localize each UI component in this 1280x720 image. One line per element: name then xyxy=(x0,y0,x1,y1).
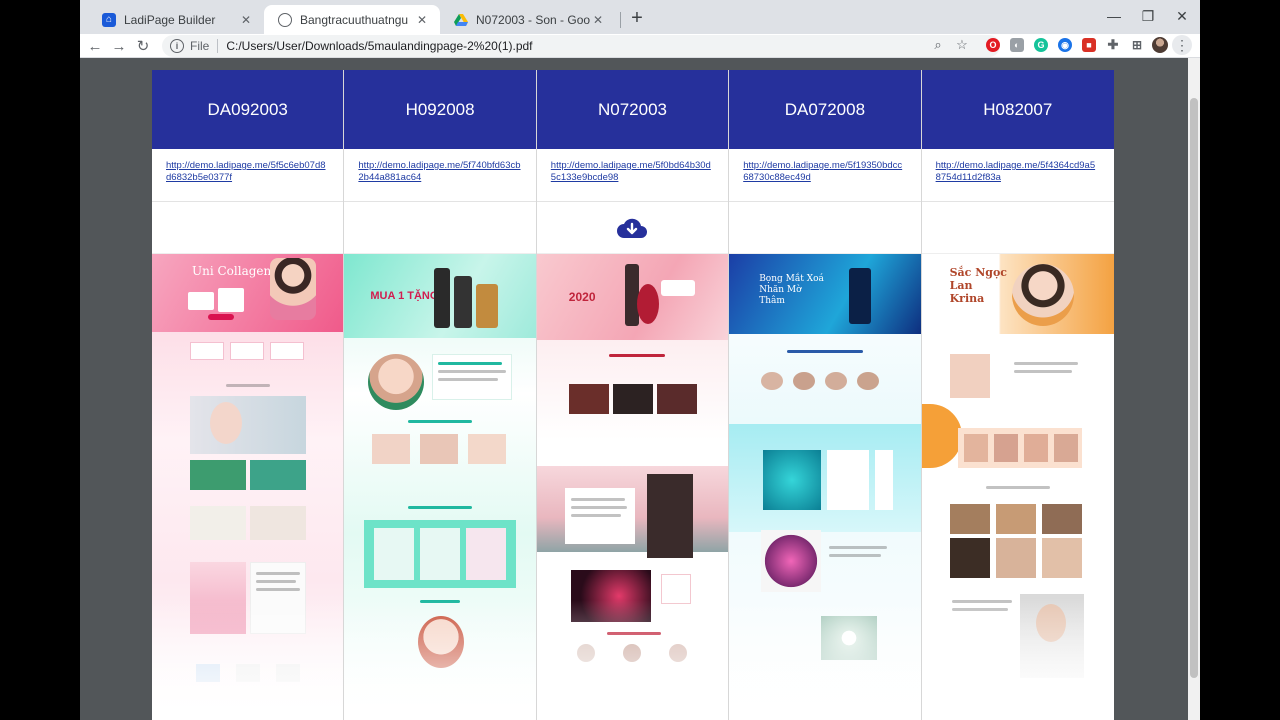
tab-title: Bangtracuuthuatngu xyxy=(300,12,409,27)
address-bar[interactable]: i File C:/Users/User/Downloads/5maulandi… xyxy=(162,35,1000,57)
template-column: H082007 http://demo.ladipage.me/5f4364cd… xyxy=(921,70,1114,720)
globe-icon xyxy=(278,12,292,27)
empty-cell xyxy=(921,202,1114,254)
letterbox-right xyxy=(1200,0,1280,720)
template-column: H092008 http://demo.ladipage.me/5f740bfd… xyxy=(344,70,537,720)
template-link[interactable]: http://demo.ladipage.me/5f19350bdcc68730… xyxy=(729,149,921,202)
template-column: N072003 http://demo.ladipage.me/5f0bd64b… xyxy=(536,70,730,720)
empty-cell xyxy=(729,202,921,254)
new-tab-button[interactable]: + xyxy=(626,8,648,30)
template-link[interactable]: http://demo.ladipage.me/5f4364cd9a58754d… xyxy=(921,149,1114,202)
template-column: DA092003 http://demo.ladipage.me/5f5c6eb… xyxy=(152,70,345,720)
tab-separator xyxy=(620,12,621,28)
reload-icon[interactable]: ↻ xyxy=(132,35,154,57)
close-icon[interactable]: ✕ xyxy=(238,12,254,28)
maximize-button[interactable]: ❐ xyxy=(1132,4,1164,28)
address-scheme: File xyxy=(190,39,210,53)
template-link[interactable]: http://demo.ladipage.me/5f740bfd63cb2b44… xyxy=(344,149,536,202)
close-icon[interactable]: ✕ xyxy=(590,12,606,28)
bookmark-star-icon[interactable]: ☆ xyxy=(952,35,972,55)
template-code: N072003 xyxy=(536,70,729,149)
tab-google-drive[interactable]: N072003 - Son - Google Drive ✕ xyxy=(440,5,616,34)
preview-title: Sắc Ngọc Lan Krina xyxy=(949,266,1007,305)
extensions-puzzle-icon[interactable]: ✚ xyxy=(1106,37,1120,52)
preview-title: Bọng Mắt Xoá Nhăn Mờ Thâm xyxy=(759,274,824,306)
browser-window: ⌂ LadiPage Builder ✕ Bangtracuuthuatngu … xyxy=(80,0,1200,720)
info-icon[interactable]: i xyxy=(170,39,184,53)
grid-extension-icon[interactable]: ⊞ xyxy=(1130,38,1144,52)
template-column: DA072008 http://demo.ladipage.me/5f19350… xyxy=(729,70,922,720)
template-code: H092008 xyxy=(344,70,536,149)
browser-toolbar: ← → ↻ i File C:/Users/User/Downloads/5ma… xyxy=(80,34,1200,58)
close-icon[interactable]: ✕ xyxy=(414,12,430,28)
google-drive-icon xyxy=(454,13,468,27)
template-code: DA092003 xyxy=(152,70,344,149)
tab-title: LadiPage Builder xyxy=(124,12,216,27)
empty-cell xyxy=(344,202,536,254)
grammarly-extension-icon[interactable]: G xyxy=(1034,38,1048,52)
letterbox-left xyxy=(0,0,80,720)
preview-title: 2020 xyxy=(568,290,596,304)
red-extension-icon[interactable]: ■ xyxy=(1082,38,1096,52)
tab-title: N072003 - Son - Google Drive xyxy=(476,12,590,27)
pdf-page: DA092003 http://demo.ladipage.me/5f5c6eb… xyxy=(152,70,1114,720)
ladipage-icon: ⌂ xyxy=(102,12,116,27)
template-preview[interactable]: Sắc Ngọc Lan Krina xyxy=(921,254,1114,720)
template-link[interactable]: http://demo.ladipage.me/5f5c6eb07d8d6832… xyxy=(152,149,344,202)
browser-menu-icon[interactable]: ⋮ xyxy=(1172,35,1192,55)
address-path: C:/Users/User/Downloads/5maulandingpage-… xyxy=(226,39,533,53)
forward-icon[interactable]: → xyxy=(108,35,130,57)
pdf-scrollbar[interactable] xyxy=(1188,58,1200,720)
zoom-icon[interactable]: ⌕ xyxy=(928,35,948,55)
template-preview[interactable]: MUA 1 TẶNG 2 xyxy=(344,254,536,720)
minimize-button[interactable]: — xyxy=(1098,4,1130,28)
tab-strip: ⌂ LadiPage Builder ✕ Bangtracuuthuatngu … xyxy=(80,0,1200,34)
tab-ladipage[interactable]: ⌂ LadiPage Builder ✕ xyxy=(88,5,264,34)
empty-cell xyxy=(152,202,344,254)
tab-bangtracuu[interactable]: Bangtracuuthuatngu ✕ xyxy=(264,5,440,34)
download-cell xyxy=(536,202,729,254)
opera-extension-icon[interactable]: O xyxy=(986,38,1000,52)
template-preview[interactable]: 2020 xyxy=(536,254,729,720)
template-code: H082007 xyxy=(921,70,1114,149)
cloud-download-icon[interactable] xyxy=(616,216,648,240)
pdf-viewer: DA092003 http://demo.ladipage.me/5f5c6eb… xyxy=(80,58,1200,720)
template-code: DA072008 xyxy=(729,70,921,149)
scrollbar-thumb[interactable] xyxy=(1190,98,1198,678)
shield-extension-icon[interactable]: ◐ xyxy=(1010,38,1024,52)
profile-avatar[interactable] xyxy=(1152,37,1168,53)
template-preview[interactable]: Uni Collagen A+ xyxy=(152,254,344,720)
back-icon[interactable]: ← xyxy=(84,35,106,57)
close-window-button[interactable]: ✕ xyxy=(1166,4,1198,28)
address-divider xyxy=(217,39,219,53)
capture-extension-icon[interactable]: ◉ xyxy=(1058,38,1072,52)
template-preview[interactable]: Bọng Mắt Xoá Nhăn Mờ Thâm xyxy=(729,254,921,720)
template-link[interactable]: http://demo.ladipage.me/5f0bd64b30d5c133… xyxy=(536,149,729,202)
